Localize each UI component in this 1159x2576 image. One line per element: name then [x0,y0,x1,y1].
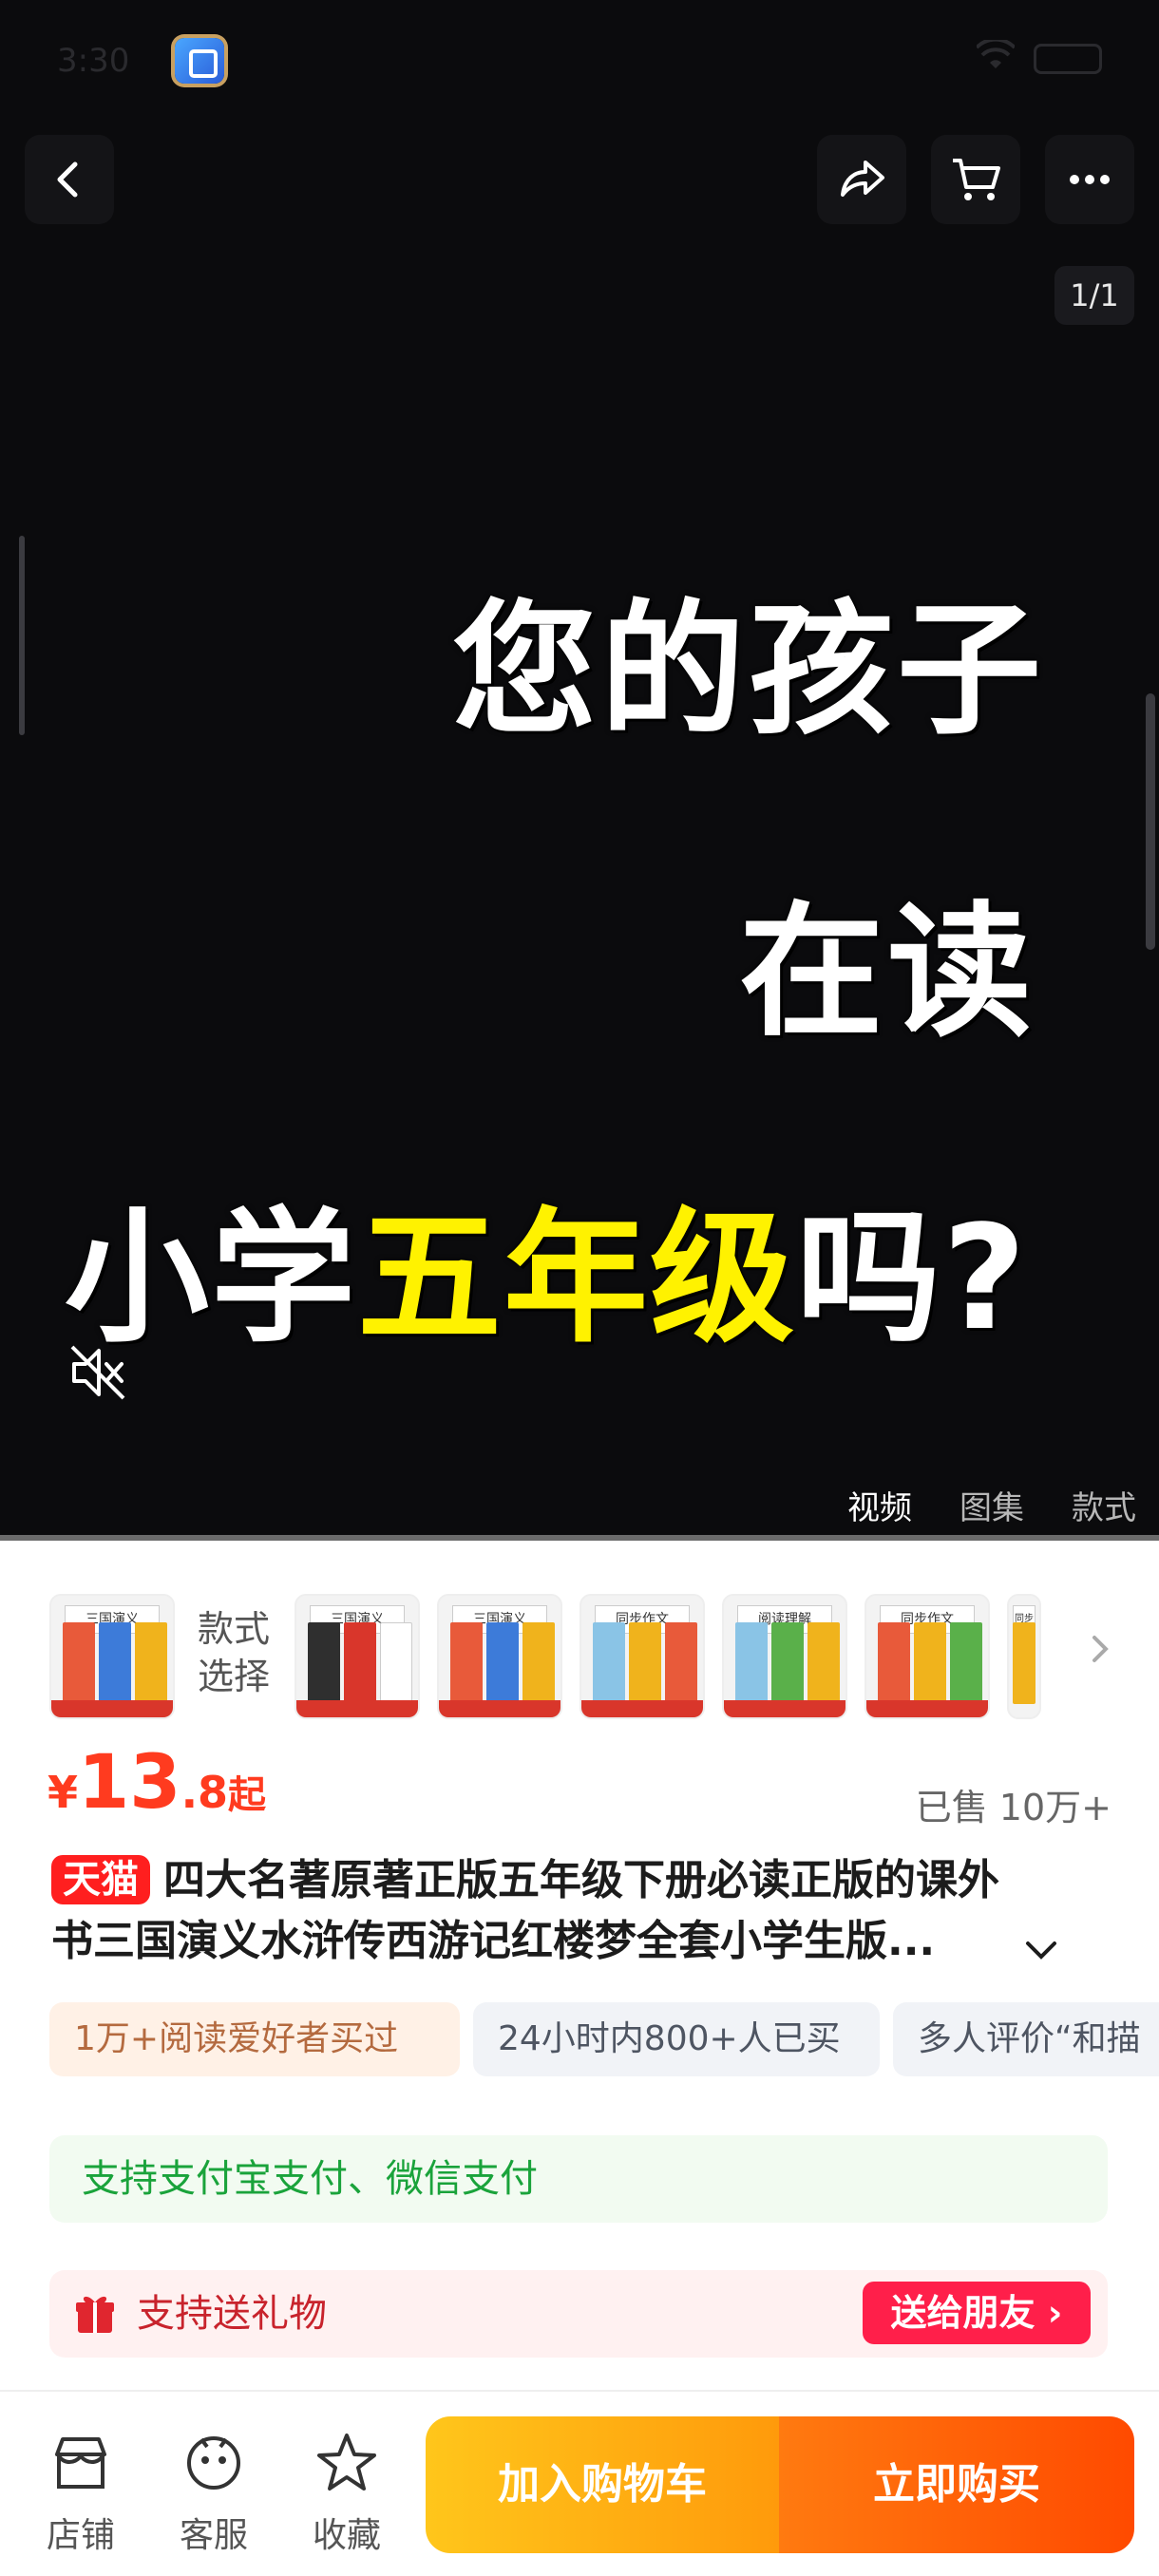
book-spine [486,1622,519,1704]
back-button[interactable] [25,135,114,224]
tab-gallery[interactable]: 图集 [960,1482,1024,1528]
variant-thumb[interactable]: 三国演义 [49,1594,175,1719]
tag-reviews: 多人评价“和描 [893,2002,1159,2076]
book-spine [450,1622,483,1704]
shop-button[interactable]: 店铺 [28,2430,133,2555]
tag-readers-bought: 1万+阅读爱好者买过 [49,2002,460,2076]
service-label: 客服 [179,2516,248,2555]
bottom-action-bar: 店铺 客服 收藏 加入购物车 立即购买 [0,2390,1159,2576]
variant-thumb[interactable]: 三国演义 [294,1594,420,1719]
variant-strip: 三国演义 款式选择 三国演义 三国演义 同步作文 阅读理解 同步作文 同步 [0,1586,1159,1719]
product-video[interactable]: 3:30 1/1 您的孩子 在读 小学五年级吗? 视频 图集 款式 [0,0,1159,1541]
headline-line-3-b: 吗? [796,1194,1029,1362]
variant-thumb-band [581,1700,703,1717]
variant-thumb-partial[interactable]: 同步作文 [1007,1594,1041,1719]
headline-line-3-a: 小学 [65,1194,357,1362]
payment-methods: 支持支付宝支付、微信支付 [49,2135,1108,2223]
tmall-badge: 天猫 [51,1855,150,1904]
status-bar: 3:30 [57,37,1102,85]
scroll-indicator-left [19,536,25,735]
customer-service-icon [187,2436,240,2490]
headline-line-2: 在读 [739,888,1036,1056]
book-spine [629,1622,661,1704]
mute-button[interactable] [66,1341,129,1404]
book-spine [735,1622,768,1704]
price: ¥13.8起 [48,1740,266,1826]
variant-thumb-band [866,1700,988,1717]
book-spine [771,1622,804,1704]
status-time: 3:30 [57,42,130,80]
product-page: 3:30 1/1 您的孩子 在读 小学五年级吗? 视频 图集 款式 三国演义 款… [0,0,1159,2576]
tab-styles[interactable]: 款式 [1072,1482,1136,1528]
tag-recent-buyers: 24小时内800+人已买 [473,2002,880,2076]
book-spine [308,1622,340,1704]
gift-support-text: 支持送礼物 [137,2292,327,2336]
variant-thumb[interactable]: 同步作文 [580,1594,705,1719]
book-spine [914,1622,946,1704]
battery-icon [1034,44,1102,74]
variant-thumb-band [724,1700,846,1717]
headline-line-3: 小学五年级吗? [65,1161,1028,1370]
variant-thumb-band [296,1700,418,1717]
product-title-line-2: 书三国演义水浒传西游记红楼梦全套小学生版... [51,1917,936,1965]
scroll-indicator-right [1146,693,1155,950]
book-spine [99,1622,131,1704]
variant-thumb-band [51,1700,173,1717]
headline-line-1: 您的孩子 [452,586,1045,754]
headline-highlight: 五年级 [357,1194,796,1362]
variant-select-label[interactable]: 款式选择 [198,1605,277,1700]
book-spine [380,1622,412,1704]
share-button[interactable] [817,135,906,224]
more-button[interactable] [1045,135,1134,224]
favorite-label: 收藏 [312,2516,381,2555]
book-spine [522,1622,555,1704]
book-spine [665,1622,697,1704]
favorite-button[interactable]: 收藏 [294,2430,399,2555]
variant-thumb[interactable]: 三国演义 [437,1594,562,1719]
book-spine [950,1622,982,1704]
book-spine [1013,1622,1036,1704]
product-title[interactable]: 天猫 四大名著原著正版五年级下册必读正版的课外 [51,1852,1115,1909]
tab-video[interactable]: 视频 [847,1482,912,1528]
more-dots-icon [1070,175,1110,184]
send-to-friend-button[interactable]: 送给朋友 › [863,2282,1091,2344]
variant-thumb[interactable]: 阅读理解 [722,1594,847,1719]
chevron-down-icon[interactable] [1020,1934,1062,1966]
store-icon [55,2437,106,2489]
chevron-left-icon [57,161,78,198]
book-spine [808,1622,840,1704]
book-spine [63,1622,95,1704]
social-proof-tags: 1万+阅读爱好者买过 24小时内800+人已买 多人评价“和描 [49,2002,1159,2076]
buy-now-button[interactable]: 立即购买 [779,2416,1134,2553]
sold-count: 已售 10万+ [915,1787,1112,1828]
add-to-cart-button[interactable]: 加入购物车 [426,2416,779,2553]
variant-thumb-band [439,1700,560,1717]
cart-icon [953,159,1000,200]
wifi-icon [975,37,1016,76]
speaker-muted-icon [70,1345,125,1400]
app-badge-icon [175,38,224,84]
book-spine [878,1622,910,1704]
book-spine [135,1622,167,1704]
price-integer: 13 [78,1740,181,1826]
book-spine [593,1622,625,1704]
price-suffix: 起 [228,1773,267,1817]
cart-button[interactable] [931,135,1020,224]
shop-label: 店铺 [46,2516,115,2555]
share-icon [841,161,884,197]
gift-row: 支持送礼物 送给朋友 › [49,2270,1108,2358]
star-icon [317,2434,376,2491]
variant-thumb[interactable]: 同步作文 [864,1594,990,1719]
video-progress[interactable] [0,1535,1159,1541]
chevron-right-icon[interactable] [1081,1630,1119,1668]
book-spine [344,1622,376,1704]
media-tabs: 视频 图集 款式 [847,1482,1136,1528]
gift-icon [76,2296,114,2333]
price-currency: ¥ [48,1767,79,1818]
product-title-line-1: 四大名著原著正版五年级下册必读正版的课外 [163,1856,999,1904]
price-decimal: .8 [180,1767,229,1818]
service-button[interactable]: 客服 [162,2430,266,2555]
image-counter: 1/1 [1054,266,1134,325]
